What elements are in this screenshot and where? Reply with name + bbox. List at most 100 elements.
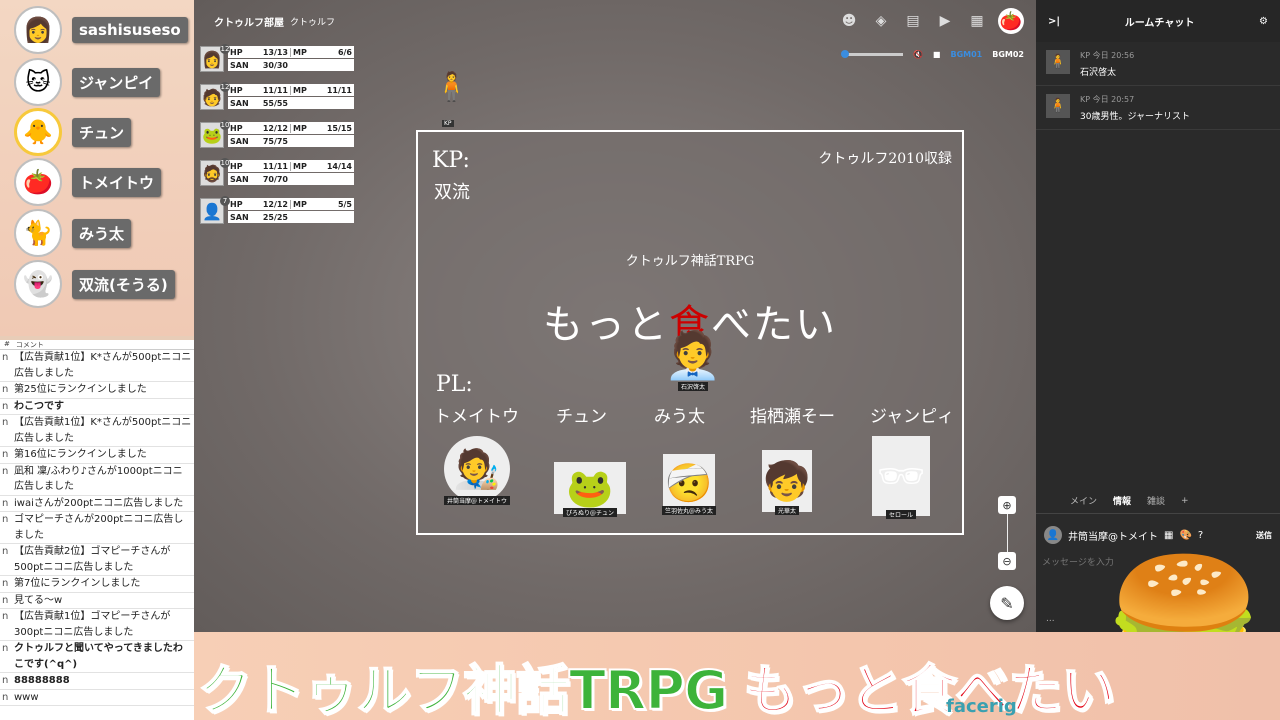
comment-text: 【広告貢献1位】K*さんが500ptニコニ広告しました (14, 352, 192, 379)
comment-row: n iwaiさんが200ptニコニ広告しました (0, 496, 194, 512)
player-portrait[interactable]: 🤕 竺羽佐丸@みう太 (662, 454, 717, 515)
mp-value: 6/6 (337, 47, 352, 57)
comment-text: 第7位にランクインしました (14, 578, 141, 589)
zoom-out-icon[interactable]: ⊖ (998, 552, 1016, 570)
chat-time: 今日 20:56 (1092, 51, 1135, 60)
card-kp-name: 双流 (434, 182, 470, 203)
comment-user: n (2, 611, 9, 622)
player-portrait[interactable]: 🧒 光華太 (762, 450, 812, 515)
chat-message: 🧍 KP 今日 20:56 石沢啓太 (1036, 42, 1280, 86)
san-value: 25/25 (262, 212, 288, 222)
chat-tab[interactable]: メイン (1070, 494, 1097, 507)
pl-name: チュン (556, 407, 607, 427)
san-value: 30/30 (262, 60, 288, 70)
card-kp-label: KP: (432, 148, 470, 173)
volume-slider[interactable] (840, 50, 903, 58)
comment-row: n 第25位にランクインしました (0, 382, 194, 399)
participant-item[interactable]: 👩 sashisuseso (14, 6, 188, 54)
comment-text: iwaiさんが200ptニコニ広告しました (14, 497, 184, 509)
chat-bubble-icon[interactable]: ▤ (902, 10, 924, 32)
comment-text: クトゥルフと聞いてやってきましたわこです(^q^) (14, 643, 183, 670)
participant-name: みう太 (72, 218, 132, 248)
player-portrait[interactable]: 🕶 セロール (872, 436, 930, 519)
center-character-token[interactable]: 🧑‍💼 石沢啓太 (662, 322, 724, 396)
settings-icon[interactable]: ⚙ (1259, 16, 1268, 27)
participant-item[interactable]: 🍅 トメイトウ (14, 158, 162, 206)
character-row[interactable]: 🧑 12 HP 11/11 MP 11/11 SAN 55/55 (200, 82, 354, 122)
kp-token-label: KP (442, 120, 454, 127)
chat-tab[interactable]: + (1181, 496, 1189, 506)
chat-text: 石沢啓太 (1080, 68, 1117, 78)
board-area[interactable]: クトゥルフ部屋 クトゥルフ ☻ ◈ ▤ ▶ ▦ 🍅 🔇 ■ BGM01 BGM0… (194, 0, 1036, 632)
mp-stat: MP 5/5 (290, 199, 354, 209)
participant-item[interactable]: 🐥 チュン (14, 108, 132, 156)
zoom-slider[interactable] (1006, 514, 1008, 552)
character-row[interactable]: 👩 12 HP 13/13 MP 6/6 SAN 30/30 (200, 44, 354, 84)
hp-stat: HP 11/11 (228, 162, 290, 171)
san-stat: SAN 75/75 (228, 137, 290, 146)
title-banner: クトゥルフ神話TRPG もっと食べたい facerig (194, 632, 1280, 720)
player-portrait[interactable]: 🧑‍🎨 井筒当摩@トメイトウ (444, 436, 511, 505)
character-row[interactable]: 🐸 10 HP 12/12 MP 15/15 SAN 75/75 (200, 120, 354, 160)
character-stats: HP 11/11 MP 14/14 SAN 70/70 (228, 160, 354, 198)
banner-green-text: クトゥルフ神話TRPG (197, 658, 729, 720)
player-portrait[interactable]: 🐸 ぴろぬり@チュン (554, 462, 626, 517)
comment-row: n 【広告貢献2位】ゴマピーチさんが500ptニコニ広告しました (0, 544, 194, 576)
portrait-image: 🕶 (872, 436, 930, 516)
video-icon[interactable]: ▶ (934, 10, 956, 32)
mp-stat: MP 15/15 (290, 123, 354, 133)
hp-label: HP (230, 123, 243, 133)
avatar: 🐈 (14, 209, 62, 257)
participant-name: チュン (72, 117, 132, 147)
comment-text: www (14, 691, 39, 703)
comment-text: 第25位にランクインしました (14, 384, 147, 395)
portrait-caption: ぴろぬり@チュン (562, 508, 617, 517)
participant-list: 👩 sashisuseso 🐱 ジャンピイ 🐥 チュン 🍅 トメイトウ 🐈 みう太 👻 双流(そうる) (0, 0, 194, 336)
title-card[interactable]: KP: 双流 クトゥルフ2010収録 クトゥルフ神話TRPG もっと食べたい 🧑… (416, 130, 964, 535)
participant-item[interactable]: 🐱 ジャンピイ (14, 58, 161, 106)
participant-name: ジャンピイ (72, 67, 161, 97)
character-row[interactable]: 🧔 10 HP 11/11 MP 14/14 SAN 70/70 (200, 158, 354, 198)
chat-title: ルームチャット (1124, 17, 1195, 29)
comment-user: n (2, 546, 9, 557)
comment-text: 凪和 凜/ふわり♪さんが1000ptニコニ広告しました (14, 465, 183, 493)
character-level: 12 (220, 44, 230, 54)
mute-icon[interactable]: 🔇 (913, 50, 923, 59)
toolbar: ☻ ◈ ▤ ▶ ▦ 🍅 (838, 8, 1024, 34)
pen-icon[interactable]: ✎ (990, 586, 1024, 620)
chat-meta: KP 今日 20:56 (1080, 50, 1134, 61)
character-stats: HP 12/12 MP 5/5 SAN 25/25 (228, 198, 354, 236)
bgm-label-1[interactable]: BGM01 (950, 50, 982, 59)
san-value: 75/75 (262, 136, 288, 146)
participant-item[interactable]: 👻 双流(そうる) (14, 260, 175, 308)
comment-row: n わこつです (0, 399, 194, 415)
user-avatar[interactable]: 🍅 (998, 8, 1024, 34)
san-stat: SAN 25/25 (228, 213, 290, 222)
comment-text: 【広告貢献1位】K*さんが500ptニコニ広告しました (14, 417, 192, 444)
chat-avatar: 🧍 (1046, 50, 1070, 74)
zoom-in-icon[interactable]: ⊕ (998, 496, 1016, 514)
collapse-icon[interactable]: >| (1048, 16, 1060, 27)
stat-line-hp-mp: HP 11/11 MP 14/14 (228, 160, 354, 172)
chat-tab[interactable]: 情報 (1113, 494, 1131, 507)
layers-icon[interactable]: ◈ (870, 10, 892, 32)
bgm-label-2[interactable]: BGM02 (992, 50, 1024, 59)
comment-user: n (2, 400, 9, 412)
banner-red-text: もっと食べたい (742, 658, 1116, 720)
sender-avatar[interactable]: 👤 (1044, 526, 1062, 544)
kp-token[interactable]: 🧍 (434, 70, 469, 103)
participant-name: トメイトウ (72, 167, 162, 197)
portrait-caption: 光華太 (774, 506, 799, 515)
cat-icon[interactable]: ▦ (966, 10, 988, 32)
character-row[interactable]: 👤 7 HP 12/12 MP 5/5 SAN 25/25 (200, 196, 354, 236)
participant-item[interactable]: 🐈 みう太 (14, 209, 132, 257)
stop-icon[interactable]: ■ (933, 50, 941, 59)
comment-header: # コメント (0, 340, 194, 350)
avatar: 🐥 (14, 108, 62, 156)
chat-tab[interactable]: 雑談 (1147, 494, 1165, 507)
face-icon[interactable]: ☻ (838, 10, 860, 32)
chat-sender: KP (1080, 95, 1091, 104)
chat-meta: KP 今日 20:57 (1080, 94, 1190, 105)
comment-text: わこつです (14, 400, 64, 412)
room-name: クトゥルフ部屋 (214, 17, 284, 29)
